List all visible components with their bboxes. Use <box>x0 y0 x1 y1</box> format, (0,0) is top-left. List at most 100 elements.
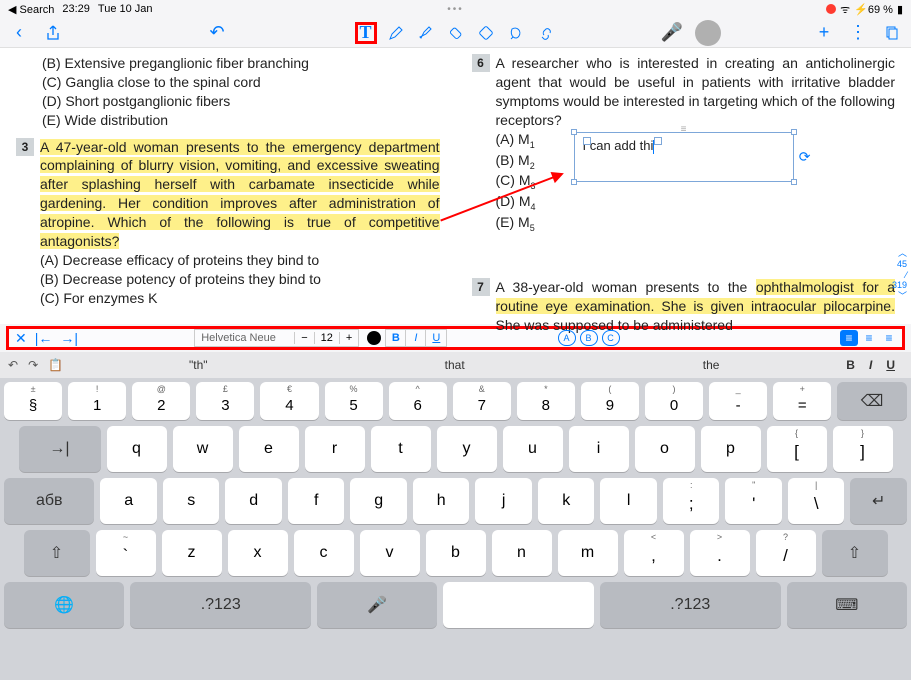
key-k[interactable]: k <box>538 478 595 524</box>
key-f[interactable]: f <box>288 478 345 524</box>
key-v[interactable]: v <box>360 530 420 576</box>
key-x[interactable]: x <box>228 530 288 576</box>
close-format-icon[interactable]: ✕ <box>15 330 27 347</box>
drag-handle-icon[interactable]: ••• <box>447 4 464 15</box>
tab-key[interactable]: →| <box>19 426 101 472</box>
link-tool[interactable] <box>535 22 557 44</box>
key-.[interactable]: >. <box>690 530 750 576</box>
resize-handle[interactable] <box>791 179 797 185</box>
text-tool[interactable]: T <box>355 22 377 44</box>
key-a[interactable]: a <box>100 478 157 524</box>
suggestion-1[interactable]: "th" <box>77 358 319 372</box>
key-u[interactable]: u <box>503 426 563 472</box>
key-`[interactable]: ~` <box>96 530 156 576</box>
key-p[interactable]: p <box>701 426 761 472</box>
mic-button[interactable]: 🎤 <box>661 22 683 44</box>
style-preset-c[interactable]: C <box>602 330 620 346</box>
return-key[interactable]: ↵ <box>850 478 907 524</box>
numeric-key-right[interactable]: .?123 <box>600 582 781 628</box>
key-n[interactable]: n <box>492 530 552 576</box>
key-=[interactable]: += <box>773 382 831 420</box>
bold-button[interactable]: B <box>386 330 406 346</box>
italic-button[interactable]: I <box>406 330 426 346</box>
share-button[interactable] <box>42 22 64 44</box>
font-size-decrease[interactable]: − <box>295 332 314 344</box>
key-\[interactable]: |\ <box>788 478 845 524</box>
key-b[interactable]: b <box>426 530 486 576</box>
key-4[interactable]: €4 <box>260 382 318 420</box>
back-to-app[interactable]: ◀ Search <box>8 3 54 16</box>
key-1[interactable]: !1 <box>68 382 126 420</box>
key-/[interactable]: ?/ <box>756 530 816 576</box>
resize-handle[interactable] <box>571 179 577 185</box>
key-5[interactable]: %5 <box>325 382 383 420</box>
key-§[interactable]: ±§ <box>4 382 62 420</box>
back-button[interactable]: ‹ <box>8 22 30 44</box>
key-o[interactable]: o <box>635 426 695 472</box>
key-9[interactable]: (9 <box>581 382 639 420</box>
more-button[interactable]: ⋮ <box>847 22 869 44</box>
key-h[interactable]: h <box>413 478 470 524</box>
mic-key[interactable]: 🎤 <box>317 582 437 628</box>
suggestion-2[interactable]: that <box>333 358 575 372</box>
underline-button[interactable]: U <box>426 330 446 346</box>
pages-button[interactable] <box>881 22 903 44</box>
key-,[interactable]: <, <box>624 530 684 576</box>
text-annotation-box[interactable]: ≡ ⟳ I can add thi <box>574 132 794 182</box>
kb-italic[interactable]: I <box>869 358 872 372</box>
indent-right-icon[interactable]: →| <box>60 330 78 346</box>
undo-button[interactable]: ↶ <box>206 22 228 44</box>
add-button[interactable]: + <box>813 22 835 44</box>
key--[interactable]: _- <box>709 382 767 420</box>
suggestion-3[interactable]: the <box>590 358 832 372</box>
key-0[interactable]: )0 <box>645 382 703 420</box>
clipboard-icon[interactable]: 📋 <box>48 358 63 372</box>
resize-handle[interactable] <box>791 129 797 135</box>
document-view[interactable]: (B) Extensive preganglionic fiber branch… <box>0 48 911 324</box>
resize-handle[interactable] <box>571 129 577 135</box>
shift-key-left[interactable]: ⇧ <box>24 530 90 576</box>
key-r[interactable]: r <box>305 426 365 472</box>
key-;[interactable]: :; <box>663 478 720 524</box>
kb-underline[interactable]: U <box>886 358 895 372</box>
lang-key[interactable]: абв <box>4 478 94 524</box>
key-y[interactable]: y <box>437 426 497 472</box>
indent-left-icon[interactable]: |← <box>35 330 53 346</box>
key-q[interactable]: q <box>107 426 167 472</box>
highlighter-tool[interactable] <box>415 22 437 44</box>
undo-key-icon[interactable]: ↶ <box>8 358 18 372</box>
key-][interactable]: }] <box>833 426 893 472</box>
key-m[interactable]: m <box>558 530 618 576</box>
globe-key[interactable]: 🌐 <box>4 582 124 628</box>
key-2[interactable]: @2 <box>132 382 190 420</box>
rotate-handle-icon[interactable]: ⟳ <box>799 148 811 167</box>
shape-tool[interactable] <box>475 22 497 44</box>
key-'[interactable]: "' <box>725 478 782 524</box>
font-size-value[interactable]: 12 <box>315 332 340 344</box>
assistive-touch[interactable] <box>695 20 721 46</box>
key-7[interactable]: &7 <box>453 382 511 420</box>
style-preset-b[interactable]: B <box>580 330 598 346</box>
key-c[interactable]: c <box>294 530 354 576</box>
lasso-tool[interactable] <box>505 22 527 44</box>
key-g[interactable]: g <box>350 478 407 524</box>
textbox-grip-icon[interactable]: ≡ <box>681 123 687 137</box>
textbox-content[interactable]: I can add thi <box>583 138 654 153</box>
pen-tool[interactable] <box>385 22 407 44</box>
key-6[interactable]: ^6 <box>389 382 447 420</box>
kb-bold[interactable]: B <box>846 358 855 372</box>
key-s[interactable]: s <box>163 478 220 524</box>
font-name-select[interactable]: Helvetica Neue <box>195 332 295 344</box>
key-3[interactable]: £3 <box>196 382 254 420</box>
key-j[interactable]: j <box>475 478 532 524</box>
key-[[interactable]: {[ <box>767 426 827 472</box>
key-w[interactable]: w <box>173 426 233 472</box>
key-t[interactable]: t <box>371 426 431 472</box>
shift-key-right[interactable]: ⇧ <box>822 530 888 576</box>
numeric-key-left[interactable]: .?123 <box>130 582 311 628</box>
page-indicator[interactable]: ︿45⁄319﹀ <box>892 248 907 302</box>
key-e[interactable]: e <box>239 426 299 472</box>
space-key[interactable] <box>443 582 594 628</box>
text-color-picker[interactable] <box>367 331 381 345</box>
eraser-tool[interactable] <box>445 22 467 44</box>
